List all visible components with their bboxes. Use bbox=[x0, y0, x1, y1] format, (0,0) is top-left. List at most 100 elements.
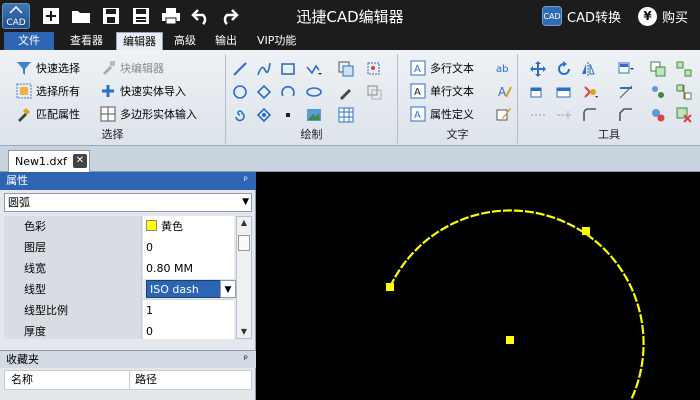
chamfer-icon[interactable] bbox=[616, 105, 636, 125]
text-pencil-icon[interactable] bbox=[494, 104, 514, 124]
block-editor-icon bbox=[103, 61, 115, 75]
tab-viewer[interactable]: 查看器 bbox=[64, 32, 109, 50]
polyline-icon[interactable] bbox=[254, 59, 274, 79]
quick-select-button[interactable]: 快速选择 bbox=[16, 58, 80, 78]
open-folder-icon[interactable] bbox=[70, 6, 92, 26]
column-divider[interactable] bbox=[129, 371, 130, 389]
save-as-icon[interactable] bbox=[130, 6, 152, 26]
property-row-lineweight[interactable]: 线宽 0.80 MM bbox=[4, 258, 234, 279]
spline-dropdown-icon[interactable] bbox=[304, 59, 324, 79]
array-icon[interactable] bbox=[674, 59, 694, 79]
buy-label: 购买 bbox=[662, 10, 689, 26]
property-row-linetype[interactable]: 线型 ISO dash ▼ bbox=[4, 279, 236, 300]
chevron-down-icon[interactable]: ▼ bbox=[220, 280, 236, 298]
document-tab-bar: New1.dxf ✕ bbox=[0, 146, 700, 172]
properties-scrollbar[interactable]: ▲ ▼ bbox=[236, 216, 252, 339]
print-icon[interactable] bbox=[160, 6, 182, 26]
move-icon[interactable] bbox=[528, 59, 548, 79]
explode-dropdown-icon[interactable] bbox=[580, 82, 600, 102]
block-editor-label: 块编辑器 bbox=[120, 62, 164, 75]
redo-icon[interactable] bbox=[218, 6, 240, 26]
property-value[interactable]: 1 bbox=[143, 300, 234, 321]
trim-icon[interactable] bbox=[616, 82, 636, 102]
image-insert-icon[interactable] bbox=[304, 105, 324, 125]
block-editor-button[interactable]: 块编辑器 bbox=[100, 58, 164, 78]
tab-advanced[interactable]: 高级 bbox=[168, 32, 202, 50]
region-dropdown-icon[interactable] bbox=[364, 59, 384, 79]
point-icon[interactable] bbox=[278, 105, 298, 125]
mtext-button[interactable]: A 多行文本 bbox=[410, 58, 474, 78]
polygon-entity-input-button[interactable]: 多边形实体输入 bbox=[100, 104, 197, 124]
property-value[interactable]: 0 bbox=[143, 237, 234, 258]
tab-editor[interactable]: 编辑器 bbox=[116, 32, 163, 50]
column-header-path[interactable]: 路径 bbox=[135, 371, 157, 389]
select-all-label: 选择所有 bbox=[36, 85, 80, 98]
rectangle-icon[interactable] bbox=[278, 59, 298, 79]
property-value[interactable]: 0.80 MM bbox=[143, 258, 234, 279]
arc-icon[interactable] bbox=[278, 82, 298, 102]
layer-dropdown-icon[interactable] bbox=[616, 59, 636, 79]
select-all-button[interactable]: 选择所有 bbox=[16, 81, 80, 101]
hatch-icon[interactable] bbox=[336, 59, 356, 79]
property-row-linetype-scale[interactable]: 线型比例 1 bbox=[4, 300, 234, 321]
quick-entity-import-button[interactable]: 快速实体导入 bbox=[100, 81, 186, 101]
pen-icon[interactable] bbox=[336, 82, 356, 102]
undo-icon[interactable] bbox=[190, 6, 212, 26]
revision-cloud-icon[interactable] bbox=[254, 105, 274, 125]
dotted-line-icon[interactable] bbox=[528, 105, 548, 125]
line-icon[interactable] bbox=[230, 59, 250, 79]
table-icon[interactable] bbox=[336, 105, 356, 125]
property-value[interactable]: 0 bbox=[143, 321, 234, 339]
grip-center[interactable] bbox=[506, 336, 514, 344]
menu-file[interactable]: 文件 bbox=[4, 32, 54, 50]
svg-text:A: A bbox=[498, 85, 507, 99]
scroll-thumb[interactable] bbox=[238, 235, 250, 251]
grip-mid[interactable] bbox=[582, 227, 590, 235]
draw-group: 绘制 bbox=[226, 54, 398, 144]
pin-icon[interactable]: ᵖ bbox=[244, 351, 248, 369]
drawing-canvas[interactable] bbox=[257, 172, 700, 400]
property-value-color[interactable]: 黄色 bbox=[143, 216, 234, 237]
app-logo[interactable]: CAD bbox=[2, 3, 30, 29]
property-row-thickness[interactable]: 厚度 0 bbox=[4, 321, 234, 339]
grip-start[interactable] bbox=[386, 283, 394, 291]
ellipse-icon[interactable] bbox=[304, 82, 324, 102]
document-tab[interactable]: New1.dxf ✕ bbox=[8, 150, 90, 172]
stext-button[interactable]: A 单行文本 bbox=[410, 81, 474, 101]
break-icon[interactable] bbox=[674, 82, 694, 102]
polygon-icon[interactable] bbox=[254, 82, 274, 102]
object-type-select[interactable]: 圆弧 ▼ bbox=[4, 193, 252, 212]
fillet-icon[interactable] bbox=[580, 105, 600, 125]
mirror-icon[interactable] bbox=[578, 59, 598, 79]
property-row-layer[interactable]: 图层 0 bbox=[4, 237, 234, 258]
text-edit-icon[interactable]: A bbox=[494, 81, 514, 101]
arc-entity[interactable] bbox=[389, 209, 645, 400]
circle-icon[interactable] bbox=[230, 82, 250, 102]
cad-convert-button[interactable]: CAD CAD转换 bbox=[542, 5, 621, 27]
spiral-icon[interactable] bbox=[230, 105, 250, 125]
rotate-icon[interactable] bbox=[554, 59, 574, 79]
copy-icon[interactable] bbox=[648, 59, 668, 79]
join-icon[interactable] bbox=[554, 105, 574, 125]
tab-output[interactable]: 输出 bbox=[209, 32, 243, 50]
text-style-icon[interactable]: ab bbox=[494, 58, 514, 78]
stretch-icon[interactable] bbox=[554, 82, 574, 102]
scale-icon[interactable] bbox=[528, 82, 548, 102]
gear-icon[interactable] bbox=[648, 105, 668, 125]
offset-icon[interactable] bbox=[648, 82, 668, 102]
scroll-down-icon[interactable]: ▼ bbox=[237, 326, 251, 338]
pin-icon[interactable]: ᵖ bbox=[244, 172, 248, 190]
block-insert-icon[interactable] bbox=[364, 82, 384, 102]
column-header-name[interactable]: 名称 bbox=[11, 371, 33, 389]
tab-vip[interactable]: VIP功能 bbox=[251, 32, 302, 50]
new-file-icon[interactable] bbox=[40, 6, 62, 26]
save-icon[interactable] bbox=[100, 6, 122, 26]
attribute-define-button[interactable]: A 属性定义 bbox=[410, 104, 474, 124]
buy-button[interactable]: ¥ 购买 bbox=[638, 5, 688, 27]
close-icon[interactable]: ✕ bbox=[73, 154, 87, 168]
tools-group-label: 工具 bbox=[598, 128, 620, 141]
property-row-color[interactable]: 色彩 黄色 bbox=[4, 216, 234, 237]
purge-icon[interactable] bbox=[674, 105, 694, 125]
scroll-up-icon[interactable]: ▲ bbox=[237, 217, 251, 229]
match-properties-button[interactable]: 匹配属性 bbox=[16, 104, 80, 124]
